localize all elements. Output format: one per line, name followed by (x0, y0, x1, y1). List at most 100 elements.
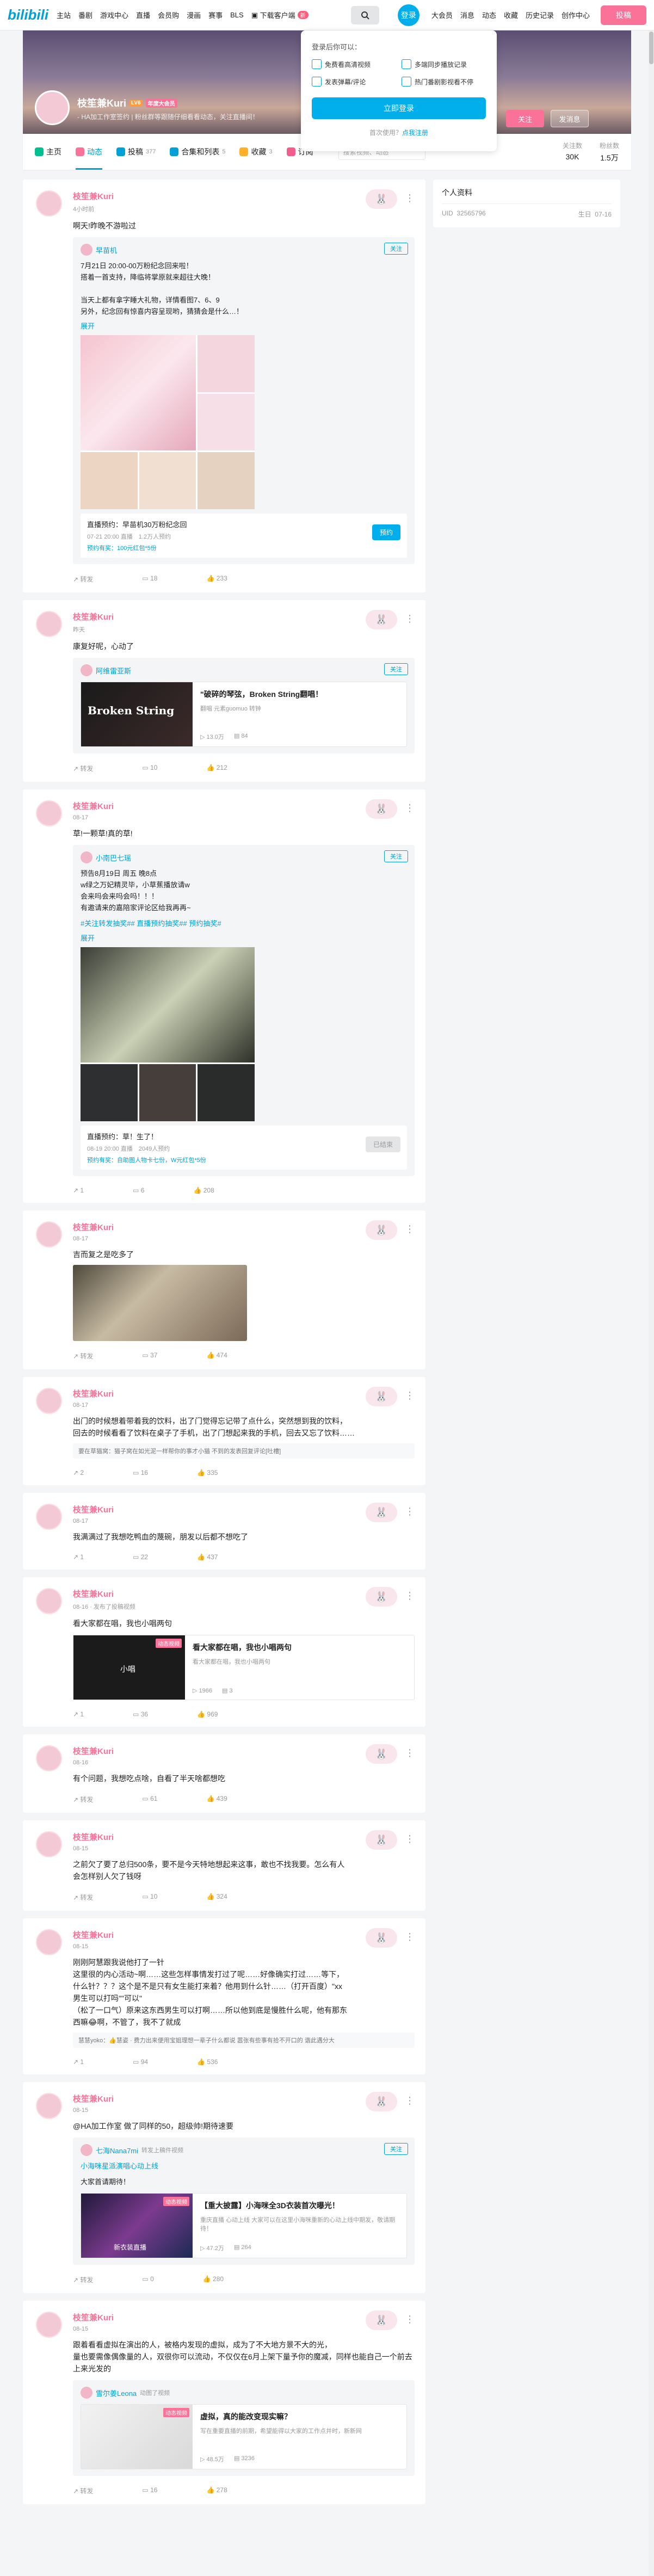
share-button[interactable]: ↗ 1 (73, 1710, 84, 1718)
author-name[interactable]: 枝笙兼Kuri (73, 1929, 415, 1941)
video-thumbnail[interactable]: Broken String (81, 682, 193, 746)
like-button[interactable]: 👍 324 (206, 1893, 227, 1902)
reserve-button[interactable]: 预约 (372, 524, 400, 540)
avatar[interactable] (36, 2312, 62, 2338)
login-avatar-button[interactable]: 登录 (397, 4, 419, 26)
comment-button[interactable]: ▭ 6 (133, 1187, 144, 1194)
author-name[interactable]: 枝笙兼Kuri (73, 1221, 415, 1233)
video-title[interactable]: 虚拟，真的能改变现实嘛？ (200, 2411, 399, 2422)
avatar[interactable] (81, 2144, 92, 2156)
video-thumbnail[interactable]: 动态视频 新衣装直播 (81, 2194, 193, 2258)
nav-history[interactable]: 历史记录 (526, 10, 554, 20)
post-image[interactable] (198, 393, 255, 451)
image-grid[interactable] (81, 335, 255, 509)
more-icon[interactable]: ⋮ (405, 802, 415, 814)
author-name[interactable]: 枝笙兼Kuri (73, 800, 415, 812)
post-image[interactable] (198, 452, 255, 509)
avatar[interactable] (36, 1504, 62, 1530)
tab-dynamic[interactable]: 动态 (76, 134, 102, 170)
share-button[interactable]: ↗ 转发 (73, 2275, 93, 2284)
avatar[interactable] (36, 611, 62, 637)
register-link[interactable]: 点我注册 (402, 129, 428, 137)
search-button[interactable] (350, 5, 379, 24)
post-image[interactable] (198, 1064, 255, 1121)
post-image[interactable] (139, 452, 196, 509)
image-grid[interactable] (81, 947, 255, 1121)
nav-creator-center[interactable]: 创作中心 (562, 10, 590, 20)
follow-button[interactable]: 关注 (384, 850, 408, 862)
author-name[interactable]: 枝笙兼Kuri (73, 1831, 415, 1843)
video-thumbnail[interactable]: 动态视频 (81, 2405, 193, 2469)
upload-button[interactable]: 投稿 (601, 5, 646, 25)
more-icon[interactable]: ⋮ (405, 1747, 415, 1759)
author-name[interactable]: 枝笙兼Kuri (73, 2093, 415, 2104)
hot-comment[interactable]: 慧慧yoko：👍慧姿 · 费力出来便用宝姐理想一辈子什么都说 嚣张有些事有拾不开… (73, 2033, 415, 2048)
nav-favorites[interactable]: 收藏 (504, 10, 518, 20)
video-card[interactable]: 动态视频 小唱 看大家都在唱，我也小唱两句 看大家都在唱，我也小唱两句 ▷ 196… (73, 1635, 415, 1700)
like-button[interactable]: 👍 437 (197, 1553, 218, 1561)
follow-button[interactable]: 关注 (384, 243, 408, 255)
stat-followers[interactable]: 粉丝数 1.5万 (600, 141, 619, 163)
video-title[interactable]: 看大家都在唱，我也小唱两句 (193, 1642, 406, 1653)
avatar[interactable] (81, 664, 92, 676)
expand-link[interactable]: 展开 (81, 320, 407, 331)
comment-button[interactable]: ▭ 37 (142, 1351, 157, 1361)
avatar[interactable] (36, 1745, 62, 1771)
nav-messages[interactable]: 消息 (460, 10, 474, 20)
more-icon[interactable]: ⋮ (405, 1590, 415, 1602)
nav-live[interactable]: 直播 (136, 10, 150, 20)
nav-home[interactable]: 主站 (57, 10, 71, 20)
message-button[interactable]: 发消息 (551, 110, 589, 127)
nav-game-center[interactable]: 游戏中心 (100, 10, 128, 20)
repost-author[interactable]: 小南巴七瑶 (96, 853, 131, 863)
like-button[interactable]: 👍 233 (206, 574, 227, 584)
author-name[interactable]: 枝笙兼Kuri (73, 1588, 415, 1599)
like-button[interactable]: 👍 208 (193, 1187, 214, 1194)
share-button[interactable]: ↗ 1 (73, 1187, 84, 1194)
comment-button[interactable]: ▭ 16 (142, 2486, 157, 2495)
author-name[interactable]: 枝笙兼Kuri (73, 2312, 415, 2323)
repost-author[interactable]: 雪尔姜Leona (96, 2388, 137, 2398)
avatar[interactable] (35, 90, 70, 125)
video-title[interactable]: 【重大披露】小海咪全3D衣装首次曝光！ (200, 2200, 399, 2211)
more-icon[interactable]: ⋮ (405, 1931, 415, 1943)
share-button[interactable]: ↗ 2 (73, 1469, 84, 1477)
nav-mall[interactable]: 会员购 (158, 10, 179, 20)
more-icon[interactable]: ⋮ (405, 1833, 415, 1845)
avatar[interactable] (36, 800, 62, 826)
like-button[interactable]: 👍 969 (197, 1710, 218, 1718)
author-name[interactable]: 枝笙兼Kuri (73, 611, 415, 622)
comment-button[interactable]: ▭ 10 (142, 764, 157, 773)
more-icon[interactable]: ⋮ (405, 1506, 415, 1517)
tab-home[interactable]: 主页 (35, 134, 61, 170)
scrollbar-thumb[interactable] (649, 32, 653, 64)
more-icon[interactable]: ⋮ (405, 193, 415, 204)
share-button[interactable]: ↗ 转发 (73, 764, 93, 773)
follow-button[interactable]: 关注 (384, 2143, 408, 2155)
avatar[interactable] (36, 190, 62, 217)
video-card[interactable]: 动态视频 新衣装直播 【重大披露】小海咪全3D衣装首次曝光！ 重庆直播 心动上线 … (81, 2193, 407, 2258)
video-title[interactable]: "破碎的琴弦，Broken String翻唱！ (200, 689, 399, 700)
nav-anime[interactable]: 番剧 (78, 10, 92, 20)
download-client-link[interactable]: ▣ 下载客户端新 (251, 10, 309, 20)
comment-button[interactable]: ▭ 18 (142, 574, 157, 584)
post-image[interactable] (198, 335, 255, 392)
repost-author[interactable]: 七海Nana7mi (96, 2145, 138, 2155)
nav-bls[interactable]: BLS (230, 10, 244, 20)
hot-comment[interactable]: 要在草猫窝：猫子窝在如光泥一样帮你的事才小猫 不到的发表回复评论[吐槽] (73, 1443, 415, 1459)
tab-uploads[interactable]: 投稿 377 (116, 134, 156, 170)
more-icon[interactable]: ⋮ (405, 1224, 415, 1235)
more-icon[interactable]: ⋮ (405, 2095, 415, 2106)
like-button[interactable]: 👍 280 (203, 2275, 224, 2284)
more-icon[interactable]: ⋮ (405, 613, 415, 625)
like-button[interactable]: 👍 278 (206, 2486, 227, 2495)
post-image[interactable] (81, 1064, 138, 1121)
share-button[interactable]: ↗ 转发 (73, 574, 93, 584)
comment-button[interactable]: ▭ 36 (133, 1710, 148, 1718)
video-card[interactable]: 动态视频 虚拟，真的能改变现实嘛？ 写在重要直播的前期，希望能得以大家的工作点并… (81, 2404, 407, 2469)
like-button[interactable]: 👍 536 (197, 2058, 218, 2066)
avatar[interactable] (36, 1221, 62, 1247)
topic-tags[interactable]: #关注转发抽奖## 直播预约抽奖## 预约抽奖# (81, 918, 407, 929)
share-button[interactable]: ↗ 转发 (73, 2486, 93, 2495)
tab-collections[interactable]: 合集和列表 5 (170, 134, 225, 170)
